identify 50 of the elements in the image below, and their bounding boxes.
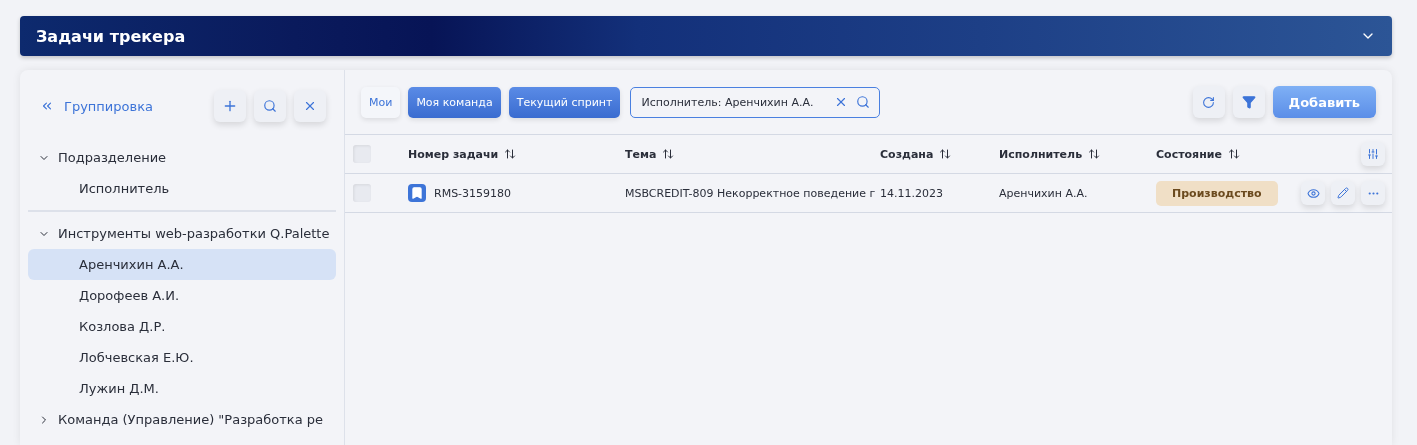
header-title: Задачи трекера — [36, 26, 186, 46]
filter-chip[interactable]: Текущий спринт — [508, 86, 621, 118]
row-checkbox[interactable] — [353, 184, 371, 202]
tree-item[interactable]: Лужин Д.М. — [28, 373, 336, 404]
column-settings-button[interactable] — [1361, 142, 1385, 166]
search-field[interactable]: Исполнитель: Аренчихин А.А. — [630, 86, 881, 118]
column-header[interactable]: Состояние — [1156, 147, 1222, 161]
status-badge: Производство — [1156, 180, 1278, 206]
refresh-button[interactable] — [1192, 86, 1225, 118]
column-header[interactable]: Тема — [625, 147, 657, 161]
search-button[interactable] — [254, 90, 286, 122]
filter-icon[interactable] — [1241, 95, 1256, 109]
tree-item[interactable]: Исполнитель — [28, 173, 336, 204]
pencil-icon[interactable] — [1337, 187, 1349, 199]
edit-button[interactable] — [1331, 181, 1355, 205]
sort-icon[interactable] — [662, 148, 675, 160]
table-cell-text: Аренчихин А.А. — [999, 186, 1089, 200]
column-header[interactable]: Исполнитель — [999, 147, 1083, 161]
table-cell-text: 14.11.2023 — [880, 186, 944, 200]
grouping-link[interactable]: Группировка — [40, 98, 206, 114]
sort-icon[interactable] — [939, 148, 952, 160]
tree-item[interactable]: Аренчихин А.А. — [28, 249, 336, 280]
column-header[interactable]: Создана — [880, 147, 934, 161]
sort-icon[interactable] — [504, 148, 517, 160]
filter-chip[interactable]: Мои — [361, 86, 401, 118]
search-icon[interactable] — [856, 94, 871, 109]
tree-group[interactable]: Подразделение — [28, 142, 336, 173]
select-all-checkbox[interactable] — [353, 145, 371, 163]
close-icon[interactable] — [303, 99, 317, 113]
sliders-icon[interactable] — [1367, 148, 1379, 160]
eye-icon[interactable] — [1306, 186, 1320, 200]
tree-item[interactable]: Козлова Д.Р. — [28, 311, 336, 342]
tree-item[interactable]: Дорофеев А.И. — [28, 280, 336, 311]
tree-group[interactable]: Команда (Управление) "Разработка ре — [28, 404, 336, 435]
tree-group[interactable]: Инструменты web-разработки Q.Palette — [28, 218, 336, 249]
sort-icon[interactable] — [1088, 148, 1101, 160]
search-icon[interactable] — [263, 99, 277, 113]
column-header[interactable]: Номер задачи — [408, 147, 499, 161]
plus-icon[interactable] — [222, 98, 238, 114]
add-button[interactable] — [214, 90, 246, 122]
table-cell-text: MSBCREDIT-809 Некорректное поведение г — [625, 186, 877, 200]
double-chevron-left-icon[interactable] — [40, 99, 54, 113]
bookmark-icon — [408, 184, 426, 202]
sort-icon[interactable] — [1227, 148, 1240, 160]
tree-item[interactable]: Лобчевская Е.Ю. — [28, 342, 336, 373]
filter-button[interactable] — [1232, 86, 1265, 118]
refresh-icon[interactable] — [1202, 95, 1216, 109]
filter-chip[interactable]: Моя команда — [408, 86, 501, 118]
view-button[interactable] — [1301, 181, 1325, 205]
table-cell: RMS-3159180 — [434, 186, 512, 200]
